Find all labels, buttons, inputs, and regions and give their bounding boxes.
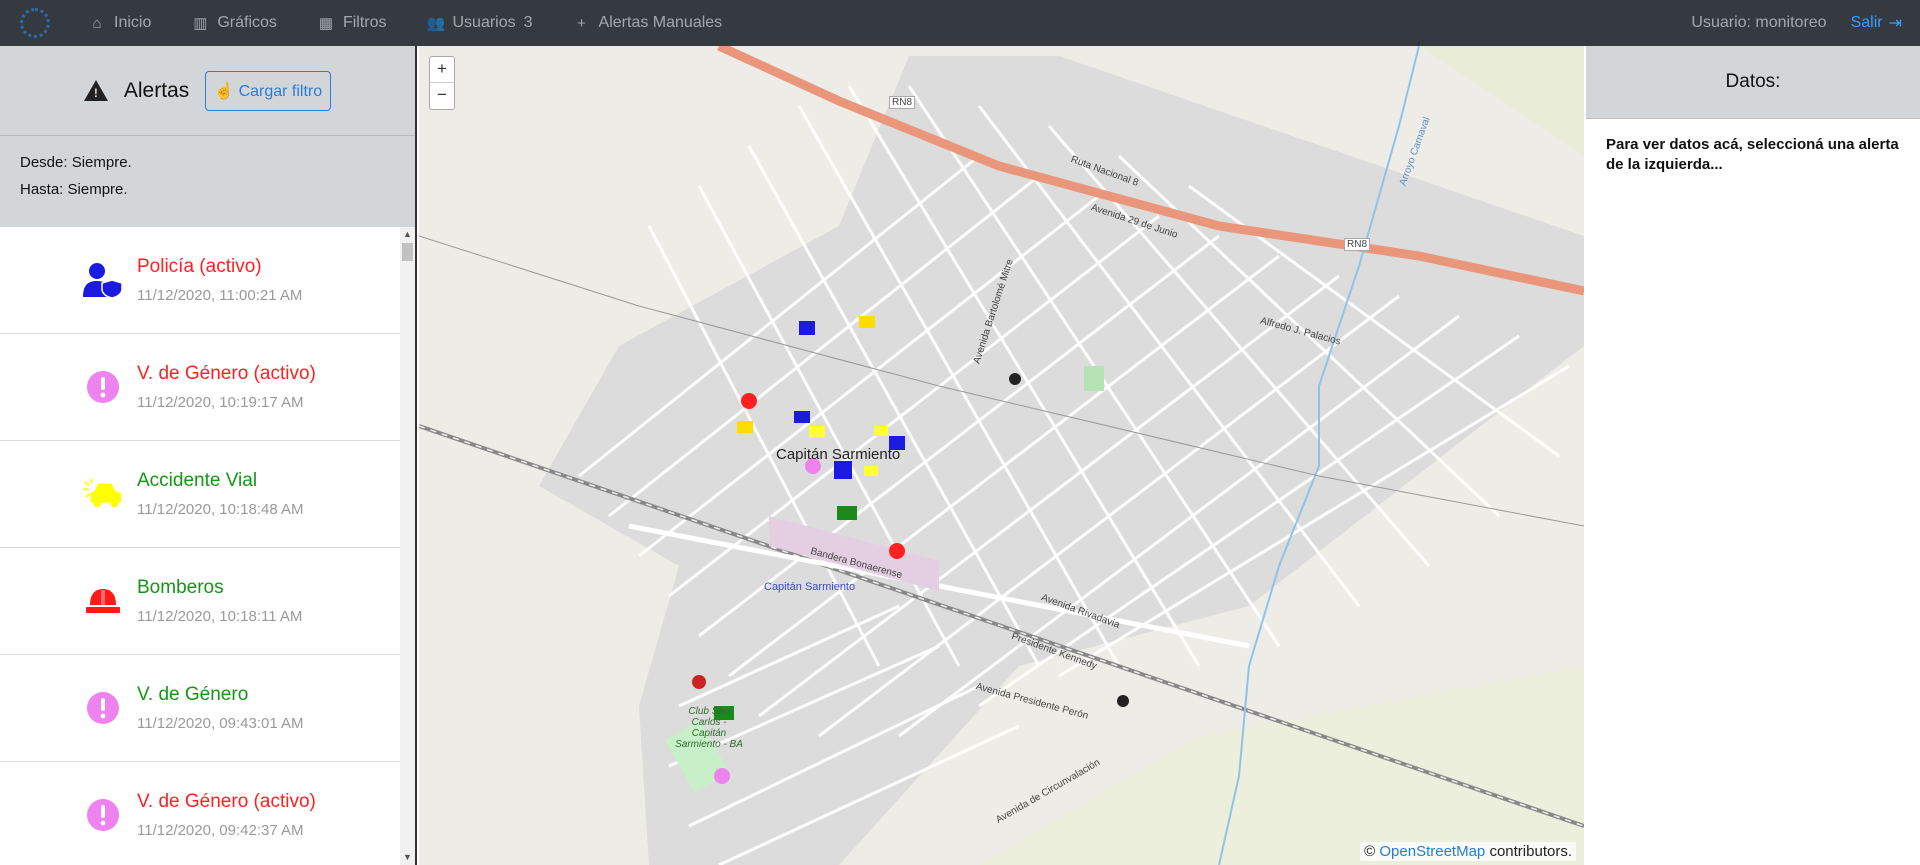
alert-item[interactable]: V. de Género (activo) 11/12/2020, 09:42:… — [0, 762, 400, 865]
home-icon: ⌂ — [92, 14, 102, 32]
zoom-in-button[interactable]: + — [430, 57, 454, 83]
load-filter-label: Cargar filtro — [238, 82, 323, 100]
alert-item[interactable]: V. de Género 11/12/2020, 09:43:01 AM — [0, 655, 400, 762]
alert-name: V. de Género (activo) — [137, 791, 316, 812]
alert-item[interactable]: V. de Género (activo) 11/12/2020, 10:19:… — [0, 334, 400, 441]
alerts-panel: ! Alertas ☝ Cargar filtro Desde: Siempre… — [0, 46, 417, 865]
park-area — [1084, 366, 1104, 391]
load-filter-button[interactable]: ☝ Cargar filtro — [205, 70, 332, 111]
nav-graficos-label: Gráficos — [217, 14, 277, 31]
logout-label: Salir — [1850, 14, 1883, 31]
alert-time: 11/12/2020, 09:43:01 AM — [137, 715, 304, 732]
details-hint: Para ver datos acá, seleccioná una alert… — [1606, 136, 1899, 173]
alert-item[interactable]: Accidente Vial 11/12/2020, 10:18:48 AM — [0, 441, 400, 548]
plus-icon: + — [577, 14, 586, 32]
date-range: Desde: Siempre. Hasta: Siempre. — [0, 136, 415, 227]
alert-time: 11/12/2020, 09:42:37 AM — [137, 822, 304, 839]
park-label: Club San Carlos - Capitán Sarmiento - BA — [675, 706, 743, 750]
scroll-up-arrow-icon[interactable]: ▲ — [400, 227, 415, 242]
route-shield: RN8 — [889, 96, 916, 109]
nav-inicio-label: Inicio — [114, 14, 152, 31]
exclamation-circle-icon — [83, 795, 123, 835]
alert-name: V. de Género (activo) — [137, 363, 316, 384]
date-to: Hasta: Siempre. — [20, 181, 128, 198]
police-icon — [83, 260, 123, 300]
alert-name: V. de Género — [137, 684, 249, 705]
nav-alertas-manuales[interactable]: + Alertas Manuales — [573, 14, 723, 32]
firefighter-helmet-icon — [83, 581, 123, 621]
warning-icon: ! — [83, 80, 108, 101]
nav-usuarios-badge: 3 — [523, 14, 533, 31]
alerts-scrollbar[interactable]: ▲ ▼ — [400, 227, 415, 865]
alert-name: Policía (activo) — [137, 256, 262, 277]
attribution-prefix: © — [1364, 843, 1376, 860]
nav-inicio[interactable]: ⌂ Inicio — [88, 14, 151, 32]
scroll-thumb[interactable] — [402, 243, 413, 261]
map-view[interactable]: Capitán Sarmiento Capitán Sarmiento Ruta… — [419, 46, 1584, 865]
attribution-suffix: contributors. — [1489, 843, 1572, 860]
zoom-out-button[interactable]: − — [430, 83, 454, 109]
map-icon: ▦ — [318, 15, 334, 32]
alert-time: 11/12/2020, 11:00:21 AM — [137, 287, 303, 304]
map-attribution: © OpenStreetMap contributors. — [1360, 842, 1576, 861]
alert-time: 11/12/2020, 10:19:17 AM — [137, 394, 304, 411]
alert-item[interactable]: Policía (activo) 11/12/2020, 11:00:21 AM — [0, 227, 400, 334]
alert-time: 11/12/2020, 10:18:48 AM — [137, 501, 304, 518]
date-from: Desde: Siempre. — [20, 154, 132, 171]
zoom-control: + − — [429, 56, 455, 110]
alerts-title: Alertas — [123, 78, 190, 102]
alert-item[interactable]: Bomberos 11/12/2020, 10:18:11 AM — [0, 548, 400, 655]
exclamation-circle-icon — [83, 688, 123, 728]
alerts-list: Policía (activo) 11/12/2020, 11:00:21 AM… — [0, 227, 400, 865]
details-header: Datos: — [1586, 46, 1920, 119]
city-label: Capitán Sarmiento — [776, 446, 901, 463]
nav-usuarios-label: Usuarios — [452, 14, 516, 31]
nav-filtros-label: Filtros — [342, 14, 387, 31]
bar-chart-icon: ▥ — [193, 15, 208, 32]
sign-out-icon: ⇥ — [1888, 15, 1902, 32]
nav-alertas-manuales-label: Alertas Manuales — [598, 14, 723, 31]
hand-pointer-icon: ☝ — [214, 82, 235, 100]
nav-usuarios[interactable]: 👥 Usuarios 3 — [427, 14, 533, 32]
car-crash-icon — [83, 474, 123, 514]
scroll-down-arrow-icon[interactable]: ▼ — [400, 850, 415, 865]
current-user-label: Usuario: monitoreo — [1691, 14, 1827, 31]
users-icon: 👥 — [426, 15, 446, 32]
details-panel: Datos: Para ver datos acá, seleccioná un… — [1586, 46, 1920, 865]
nav-filtros[interactable]: ▦ Filtros — [317, 14, 387, 32]
alert-time: 11/12/2020, 10:18:11 AM — [137, 608, 303, 625]
app-logo[interactable] — [20, 8, 50, 38]
route-shield: RN8 — [1344, 238, 1371, 251]
logout-button[interactable]: Salir ⇥ — [1851, 13, 1902, 33]
top-navbar: ⌂ Inicio ▥ Gráficos ▦ Filtros 👥 Usuarios… — [0, 0, 1920, 46]
alert-name: Accidente Vial — [137, 470, 258, 491]
openstreetmap-link[interactable]: OpenStreetMap — [1379, 843, 1485, 860]
exclamation-circle-icon — [83, 367, 123, 407]
station-label: Capitán Sarmiento — [764, 581, 856, 593]
alert-name: Bomberos — [137, 577, 224, 598]
nav-graficos[interactable]: ▥ Gráficos — [191, 14, 277, 32]
alerts-header: ! Alertas ☝ Cargar filtro — [0, 46, 415, 136]
